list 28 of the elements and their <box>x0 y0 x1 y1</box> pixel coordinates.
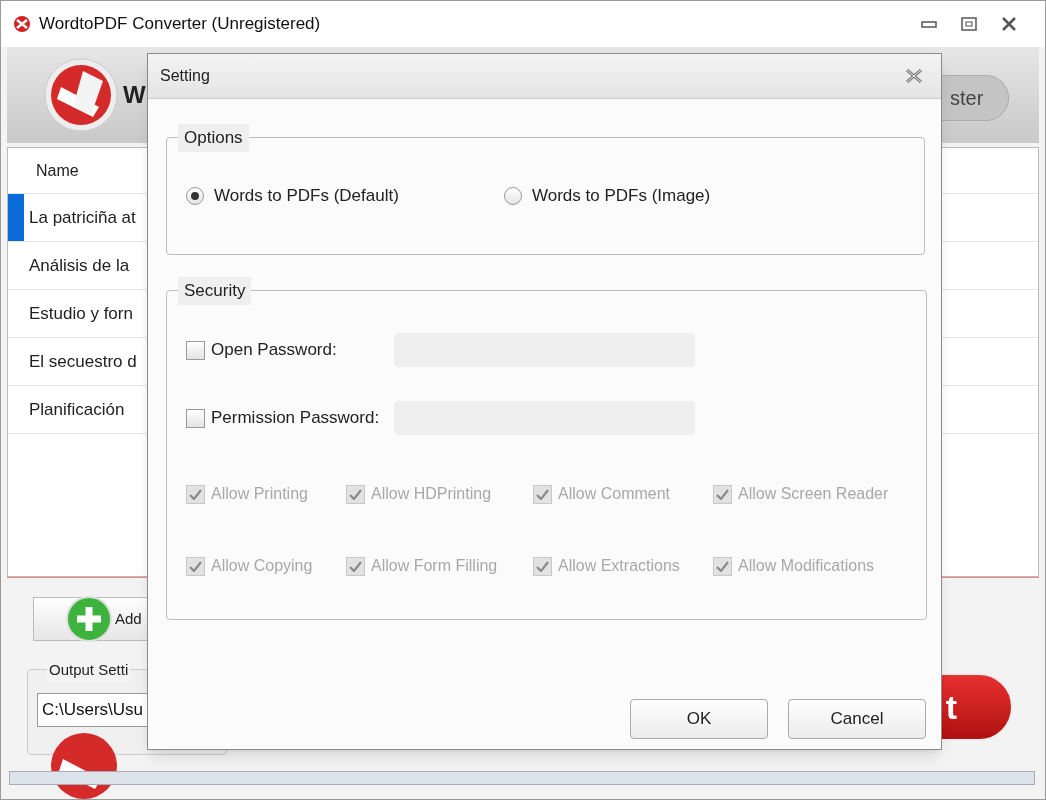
file-name[interactable]: Estudio y forn <box>29 300 133 327</box>
file-name[interactable]: Análisis de la <box>29 252 130 279</box>
radio-label[interactable]: Words to PDFs (Image) <box>532 183 711 209</box>
close-icon[interactable] <box>1001 16 1017 32</box>
dialog-button[interactable]: OK <box>630 699 768 739</box>
maximize-icon[interactable] <box>961 17 977 31</box>
close-icon[interactable] <box>905 69 923 83</box>
checkbox[interactable] <box>186 340 205 360</box>
dialog-title: Setting <box>160 66 210 86</box>
app-name: W <box>123 80 146 110</box>
group-label: Security <box>178 277 252 305</box>
radio-label[interactable]: Words to PDFs (Default) <box>214 183 399 209</box>
file-name[interactable]: La patriciña at <box>29 204 136 231</box>
column-header[interactable]: Name <box>36 158 79 183</box>
checkbox[interactable] <box>186 408 205 428</box>
minimize-icon[interactable] <box>921 19 937 29</box>
plus-icon <box>66 596 112 642</box>
logo-icon <box>43 57 119 133</box>
file-name[interactable]: El secuestro d <box>29 348 137 375</box>
window-title: WordtoPDF Converter (Unregistered) <box>39 13 321 36</box>
checkbox-label[interactable]: Open Password: <box>211 337 394 363</box>
group-label: Options <box>178 124 249 152</box>
dialog-button[interactable]: Cancel <box>788 699 926 739</box>
checkbox-label[interactable]: Permission Password: <box>211 405 394 431</box>
file-name[interactable]: Planificación <box>29 396 125 423</box>
logo-icon <box>13 15 31 33</box>
radio-button[interactable] <box>504 186 522 205</box>
radio-button[interactable] <box>186 186 204 205</box>
